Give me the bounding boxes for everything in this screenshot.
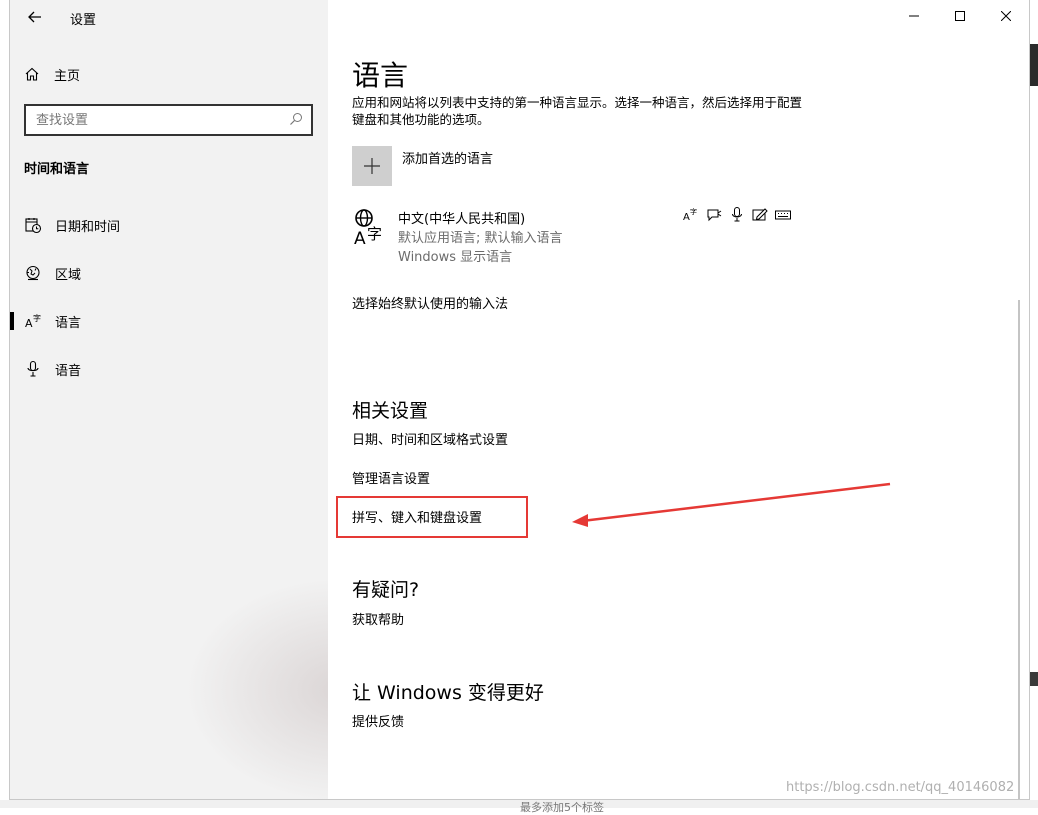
improve-windows-title: 让 Windows 变得更好 — [352, 682, 544, 704]
calendar-clock-icon — [24, 216, 42, 234]
sidebar: 设置 主页 时间和语言 日期和时间 区域 — [10, 0, 328, 799]
keyboard-icon — [774, 206, 791, 223]
language-name: 中文(中华人民共和国) — [398, 212, 526, 227]
svg-text:字: 字 — [33, 313, 41, 323]
language-list-item[interactable]: A 字 中文(中华人民共和国) 默认应用语言; 默认输入语言 Windows 显… — [352, 206, 802, 266]
minimize-icon — [909, 15, 919, 17]
background-window-tab-2 — [1030, 672, 1038, 686]
sidebar-item-home[interactable]: 主页 — [24, 62, 80, 86]
close-button[interactable] — [983, 0, 1029, 32]
speech-recognition-icon — [728, 206, 745, 223]
give-feedback-link[interactable]: 提供反馈 — [352, 711, 404, 730]
date-time-region-format-link[interactable]: 日期、时间和区域格式设置 — [352, 429, 508, 448]
close-icon — [1001, 11, 1011, 21]
search-box[interactable] — [24, 104, 313, 136]
sidebar-item-date-time[interactable]: 日期和时间 — [10, 207, 328, 243]
text-to-speech-icon — [705, 206, 722, 223]
sidebar-item-region[interactable]: 区域 — [10, 255, 328, 291]
language-display: Windows 显示语言 — [398, 250, 513, 265]
sidebar-item-label: 日期和时间 — [55, 219, 121, 235]
add-language-button[interactable]: 添加首选的语言 — [352, 146, 493, 186]
language-feature-icons: A字 — [682, 206, 791, 223]
sidebar-item-speech[interactable]: 语音 — [10, 351, 328, 387]
background-window-tab — [1030, 44, 1038, 86]
choose-input-method-link[interactable]: 选择始终默认使用的输入法 — [352, 293, 508, 312]
scrollbar[interactable] — [1018, 300, 1020, 799]
manage-language-settings-link[interactable]: 管理语言设置 — [352, 468, 430, 487]
maximize-button[interactable] — [937, 0, 983, 32]
search-input[interactable] — [36, 112, 289, 128]
watermark: https://blog.csdn.net/qq_40146082 — [786, 780, 1015, 795]
search-icon[interactable] — [289, 111, 303, 130]
red-highlight-box — [336, 496, 528, 538]
section-title: 时间和语言 — [24, 162, 90, 177]
home-icon — [24, 66, 40, 82]
question-title: 有疑问? — [352, 579, 420, 601]
background-bottom-text: 最多添加5个标签 — [520, 801, 604, 814]
microphone-icon — [24, 360, 42, 378]
handwriting-icon — [751, 206, 768, 223]
selection-indicator — [10, 312, 14, 330]
window-controls — [891, 0, 1029, 32]
add-language-label: 添加首选的语言 — [402, 152, 494, 167]
svg-text:A: A — [354, 229, 366, 246]
svg-text:字: 字 — [690, 207, 697, 216]
back-button[interactable] — [24, 6, 46, 28]
sidebar-item-label: 主页 — [54, 68, 81, 84]
maximize-icon — [955, 11, 965, 21]
minimize-button[interactable] — [891, 0, 937, 32]
language-glyph-icon: A 字 — [354, 209, 382, 246]
background-window-edge — [1030, 0, 1038, 808]
back-arrow-icon — [28, 11, 41, 23]
svg-text:字: 字 — [367, 225, 382, 243]
page-title: 语言 — [352, 59, 409, 92]
red-annotation-arrow — [572, 482, 891, 527]
language-defaults: 默认应用语言; 默认输入语言 — [398, 231, 563, 246]
page-description: 应用和网站将以列表中支持的第一种语言显示。选择一种语言，然后选择用于配置键盘和其… — [352, 95, 803, 127]
language-icon: A字 — [24, 312, 42, 330]
svg-text:A: A — [25, 317, 33, 330]
display-language-icon: A字 — [682, 206, 699, 223]
app-title: 设置 — [70, 13, 97, 28]
globe-region-icon — [24, 264, 42, 282]
get-help-link[interactable]: 获取帮助 — [352, 609, 404, 628]
sidebar-item-label: 语言 — [55, 315, 82, 331]
plus-icon — [352, 146, 392, 186]
settings-window: 设置 主页 时间和语言 日期和时间 区域 — [9, 0, 1030, 800]
sidebar-item-language[interactable]: A字 语言 — [10, 303, 328, 339]
svg-text:A: A — [683, 212, 690, 222]
main-content: 语言 应用和网站将以列表中支持的第一种语言显示。选择一种语言，然后选择用于配置键… — [328, 0, 1029, 799]
sidebar-item-label: 区域 — [55, 267, 82, 283]
related-settings-title: 相关设置 — [352, 400, 429, 422]
background-bottom-strip — [0, 800, 1038, 808]
sidebar-item-label: 语音 — [55, 363, 82, 379]
